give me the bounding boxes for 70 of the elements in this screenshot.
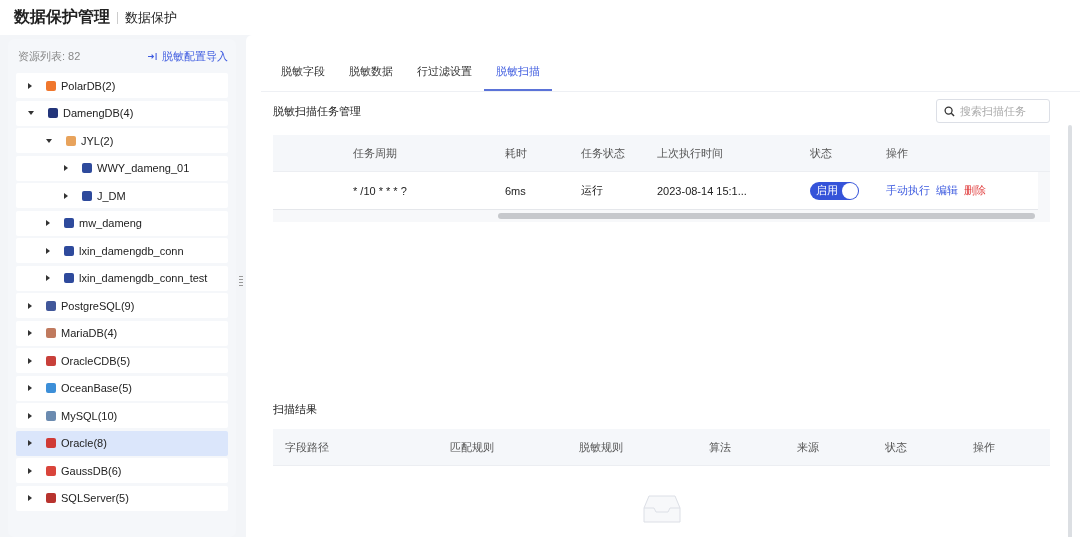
search-icon: [944, 106, 955, 117]
table-cell-text: 运行: [581, 183, 604, 198]
breadcrumb: 数据保护: [125, 8, 177, 27]
tab[interactable]: 脱敏字段: [269, 64, 337, 91]
column-header: 操作: [886, 145, 909, 161]
tree-item[interactable]: J_DM: [16, 183, 229, 208]
search-field[interactable]: 搜索扫描任务: [936, 99, 1050, 123]
caret-icon[interactable]: [46, 247, 50, 254]
caret-icon[interactable]: [28, 302, 32, 309]
tab[interactable]: 行过滤设置: [405, 64, 484, 91]
action-link[interactable]: 编辑: [936, 183, 958, 198]
tree-item[interactable]: MySQL(10): [16, 403, 229, 428]
scrollbar-thumb[interactable]: [498, 213, 1035, 219]
table-cell-text: 2023-08-14 15:1...: [657, 184, 748, 197]
caret-icon[interactable]: [28, 412, 32, 419]
tree-item[interactable]: lxin_damengdb_conn_test: [16, 265, 229, 291]
caret-icon[interactable]: [28, 440, 32, 446]
column-header: 上次执行时间: [657, 145, 724, 161]
tree-item[interactable]: mw_dameng: [16, 210, 229, 236]
caret-icon[interactable]: [28, 111, 34, 115]
caret-icon[interactable]: [28, 330, 32, 336]
tree-item[interactable]: PolarDB(2): [16, 73, 229, 98]
tree-item[interactable]: DamengDB(4): [16, 100, 229, 126]
caret-icon[interactable]: [64, 192, 68, 199]
tree-item[interactable]: SQLServer(5): [16, 485, 229, 511]
caret-icon[interactable]: [46, 138, 52, 143]
column-header: 任务周期: [353, 145, 398, 161]
empty-inbox-icon: [642, 494, 681, 524]
column-header: 匹配规则: [450, 439, 495, 455]
section-title: 脱敏扫描任务管理: [273, 103, 361, 119]
table-cell-text: * /10 * * * ?: [353, 184, 408, 197]
tree-item[interactable]: lxin_damengdb_conn: [16, 238, 229, 263]
tab[interactable]: 脱敏数据: [337, 64, 405, 91]
tree-item[interactable]: Oracle(8): [16, 430, 229, 456]
column-header: 任务状态: [581, 145, 626, 161]
tree-item[interactable]: GaussDB(6): [16, 458, 229, 483]
tree-item[interactable]: MariaDB(4): [16, 320, 229, 346]
tab[interactable]: 脱敏扫描: [484, 64, 552, 91]
table-cell-text: 6ms: [505, 184, 527, 197]
tree-item[interactable]: PostgreSQL(9): [16, 293, 229, 318]
page-title: 数据保护管理: [14, 7, 110, 27]
import-icon: [148, 51, 158, 61]
tree-item[interactable]: JYL(2): [16, 128, 229, 153]
import-link[interactable]: 脱敏配置导入: [148, 48, 229, 64]
caret-icon[interactable]: [28, 357, 32, 364]
scrollbar[interactable]: [1068, 125, 1072, 537]
toggle-switch[interactable]: 启用: [810, 181, 859, 200]
column-header: 脱敏规则: [579, 439, 624, 455]
column-header: 状态: [885, 439, 908, 455]
section-title: 扫描结果: [273, 403, 317, 415]
caret-icon[interactable]: [28, 82, 32, 89]
caret-icon[interactable]: [64, 165, 68, 171]
column-header: 字段路径: [285, 439, 330, 455]
column-header: 状态: [810, 145, 833, 161]
column-header: 来源: [797, 439, 820, 455]
caret-icon[interactable]: [28, 495, 32, 501]
column-header: 算法: [709, 439, 732, 455]
tree-item[interactable]: WWY_dameng_01: [16, 155, 229, 181]
caret-icon[interactable]: [28, 467, 32, 474]
tree-item[interactable]: OracleCDB(5): [16, 348, 229, 373]
caret-icon[interactable]: [46, 220, 50, 226]
caret-icon[interactable]: [46, 275, 50, 281]
caret-icon[interactable]: [28, 385, 32, 391]
resource-count: 资源列表: 82: [18, 48, 81, 64]
action-link[interactable]: 手动执行: [886, 183, 930, 198]
column-header: 耗时: [505, 145, 528, 161]
resize-handle-icon[interactable]: [239, 275, 243, 287]
tree-item[interactable]: OceanBase(5): [16, 375, 229, 401]
column-header: 操作: [973, 439, 996, 455]
action-link[interactable]: 删除: [964, 183, 986, 198]
